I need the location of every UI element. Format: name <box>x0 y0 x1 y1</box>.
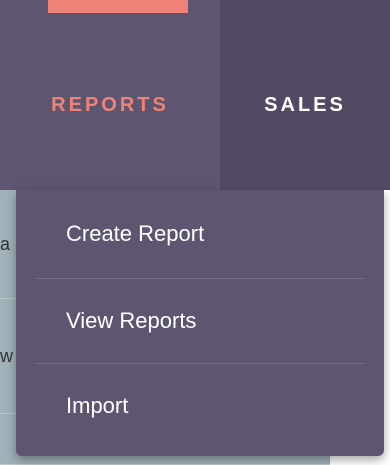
menu-item-view-reports[interactable]: View Reports <box>16 279 384 363</box>
nav-tab-reports[interactable]: REPORTS <box>0 0 220 190</box>
nav-tab-label: SALES <box>264 93 346 116</box>
menu-item-import[interactable]: Import <box>16 364 384 448</box>
active-tab-indicator <box>48 0 188 13</box>
top-navigation-bar: REPORTS SALES <box>0 0 390 190</box>
menu-item-label: Create Report <box>66 221 205 246</box>
menu-item-label: View Reports <box>66 308 197 333</box>
nav-tab-sales[interactable]: SALES <box>220 0 390 190</box>
nav-tab-label: REPORTS <box>51 93 169 116</box>
menu-item-label: Import <box>66 393 129 418</box>
reports-dropdown-menu: Create Report View Reports Import <box>16 190 384 456</box>
background-text-fragment: w <box>0 346 13 366</box>
background-text-fragment: a <box>0 234 11 254</box>
menu-item-create-report[interactable]: Create Report <box>16 190 384 278</box>
